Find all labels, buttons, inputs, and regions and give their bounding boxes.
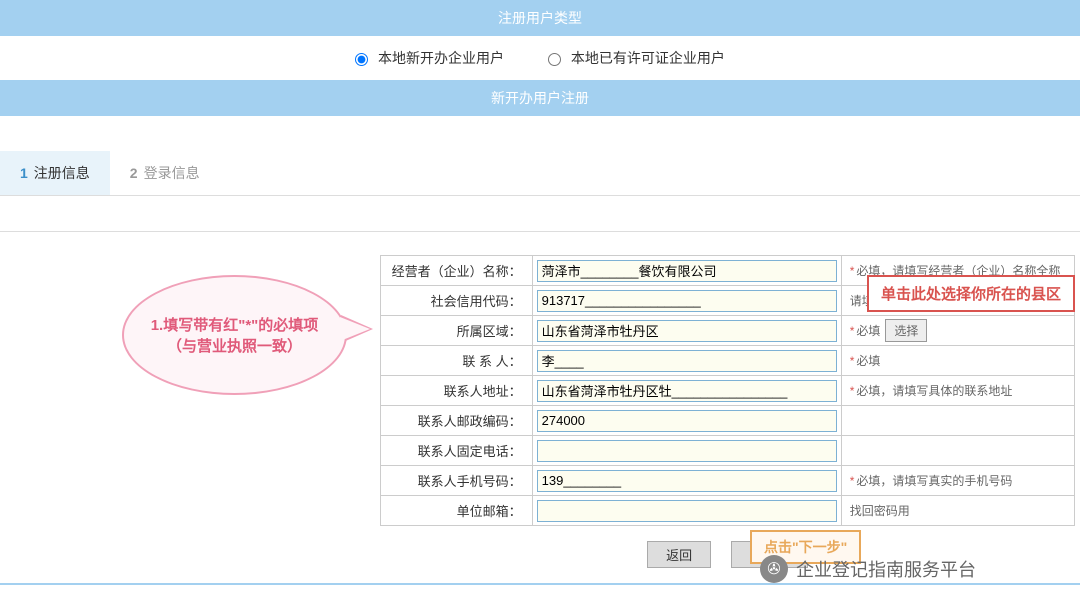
sub-header-title: 新开办用户注册 (491, 90, 589, 106)
region-select-button[interactable]: 选择 (885, 319, 927, 342)
wechat-footer: ✇ 企业登记指南服务平台 (760, 555, 976, 583)
back-button[interactable]: 返回 (647, 541, 711, 568)
label-email: 单位邮箱： (381, 496, 533, 526)
input-landline[interactable] (537, 440, 837, 462)
label-mobile: 联系人手机号码： (381, 466, 533, 496)
hint-contact: *必填 (841, 346, 1074, 376)
label-landline: 联系人固定电话： (381, 436, 533, 466)
tab-2-label: 登录信息 (144, 163, 200, 183)
input-zipcode[interactable] (537, 410, 837, 432)
input-company-name[interactable] (537, 260, 837, 282)
input-email[interactable] (537, 500, 837, 522)
radio-new-user[interactable] (355, 53, 368, 66)
header-title-bar: 注册用户类型 (0, 0, 1080, 36)
wechat-text: 企业登记指南服务平台 (796, 556, 976, 582)
user-type-radios: 本地新开办企业用户 本地已有许可证企业用户 (0, 36, 1080, 80)
input-mobile[interactable] (537, 470, 837, 492)
hint-landline (841, 436, 1074, 466)
tab-1-num: 1 (20, 165, 28, 181)
input-credit-code[interactable] (537, 290, 837, 312)
label-credit-code: 社会信用代码： (381, 286, 533, 316)
radio-new-user-text: 本地新开办企业用户 (378, 50, 504, 66)
wechat-icon: ✇ (760, 555, 788, 583)
tab-1-label: 注册信息 (34, 163, 90, 183)
input-address[interactable] (537, 380, 837, 402)
radio-existing-user-label[interactable]: 本地已有许可证企业用户 (548, 50, 725, 66)
input-region[interactable] (537, 320, 837, 342)
radio-new-user-label[interactable]: 本地新开办企业用户 (355, 50, 508, 66)
label-region: 所属区域： (381, 316, 533, 346)
annotation-orange-text: 点击"下一步" (764, 539, 847, 555)
radio-existing-user-text: 本地已有许可证企业用户 (571, 50, 725, 66)
hint-address: *必填，请填写具体的联系地址 (841, 376, 1074, 406)
annotation-pink-text: 1.填写带有红"*"的必填项（与营业执照一致） (139, 314, 330, 356)
tab-2-num: 2 (130, 165, 138, 181)
annotation-red-text: 单击此处选择你所在的县区 (881, 286, 1061, 303)
tab-register-info[interactable]: 1 注册信息 (0, 151, 110, 195)
hint-mobile: *必填，请填写真实的手机号码 (841, 466, 1074, 496)
label-company-name: 经营者（企业）名称： (381, 256, 533, 286)
sub-header-bar: 新开办用户注册 (0, 80, 1080, 116)
header-title: 注册用户类型 (498, 10, 582, 26)
tab-login-info[interactable]: 2 登录信息 (110, 151, 220, 195)
label-zipcode: 联系人邮政编码： (381, 406, 533, 436)
annotation-bubble-pink: 1.填写带有红"*"的必填项（与营业执照一致） (122, 275, 347, 395)
input-contact[interactable] (537, 350, 837, 372)
hint-zipcode (841, 406, 1074, 436)
annotation-callout-red: 单击此处选择你所在的县区 (867, 275, 1075, 312)
hint-email: 找回密码用 (841, 496, 1074, 526)
hint-region: *必填选择 (841, 316, 1074, 346)
label-address: 联系人地址： (381, 376, 533, 406)
step-tabs: 1 注册信息 2 登录信息 (0, 151, 1080, 196)
radio-existing-user[interactable] (548, 53, 561, 66)
label-contact: 联 系 人： (381, 346, 533, 376)
